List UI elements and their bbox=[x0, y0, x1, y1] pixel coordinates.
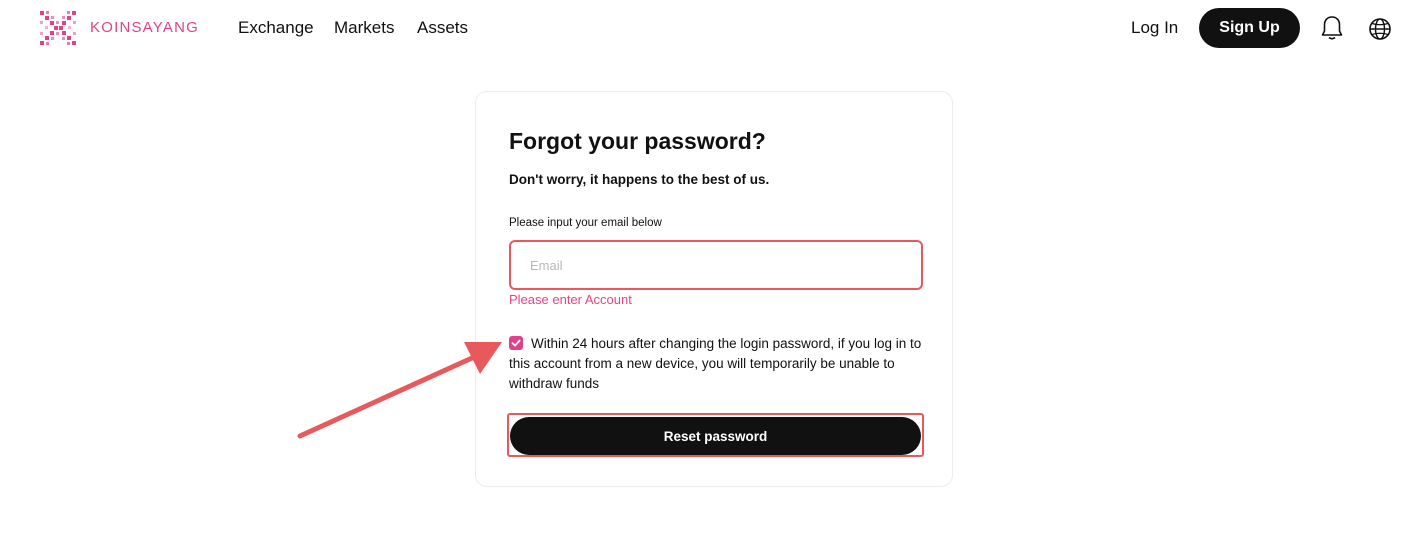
reset-password-button[interactable]: Reset password bbox=[510, 417, 921, 455]
page-title: Forgot your password? bbox=[509, 128, 766, 154]
login-link[interactable]: Log In bbox=[1131, 18, 1178, 38]
bell-icon[interactable] bbox=[1320, 15, 1344, 41]
email-input[interactable] bbox=[509, 240, 923, 290]
reset-button-highlight: Reset password bbox=[507, 413, 924, 457]
koinsayang-logo-icon[interactable] bbox=[40, 11, 76, 45]
globe-icon[interactable] bbox=[1368, 16, 1392, 42]
top-navigation-bar: KOINSAYANG Exchange Markets Assets Log I… bbox=[0, 0, 1423, 56]
email-error-message: Please enter Account bbox=[509, 292, 632, 307]
annotation-arrow-icon bbox=[297, 342, 502, 439]
nav-exchange[interactable]: Exchange bbox=[238, 18, 314, 38]
brand-name[interactable]: KOINSAYANG bbox=[90, 19, 199, 36]
forgot-password-card: Forgot your password? Don't worry, it ha… bbox=[475, 91, 953, 487]
nav-markets[interactable]: Markets bbox=[334, 18, 394, 38]
nav-assets[interactable]: Assets bbox=[417, 18, 468, 38]
withdrawal-notice-text: Within 24 hours after changing the login… bbox=[509, 336, 922, 391]
signup-button[interactable]: Sign Up bbox=[1199, 8, 1300, 48]
page-subtitle: Don't worry, it happens to the best of u… bbox=[509, 172, 770, 187]
email-label: Please input your email below bbox=[509, 217, 662, 229]
